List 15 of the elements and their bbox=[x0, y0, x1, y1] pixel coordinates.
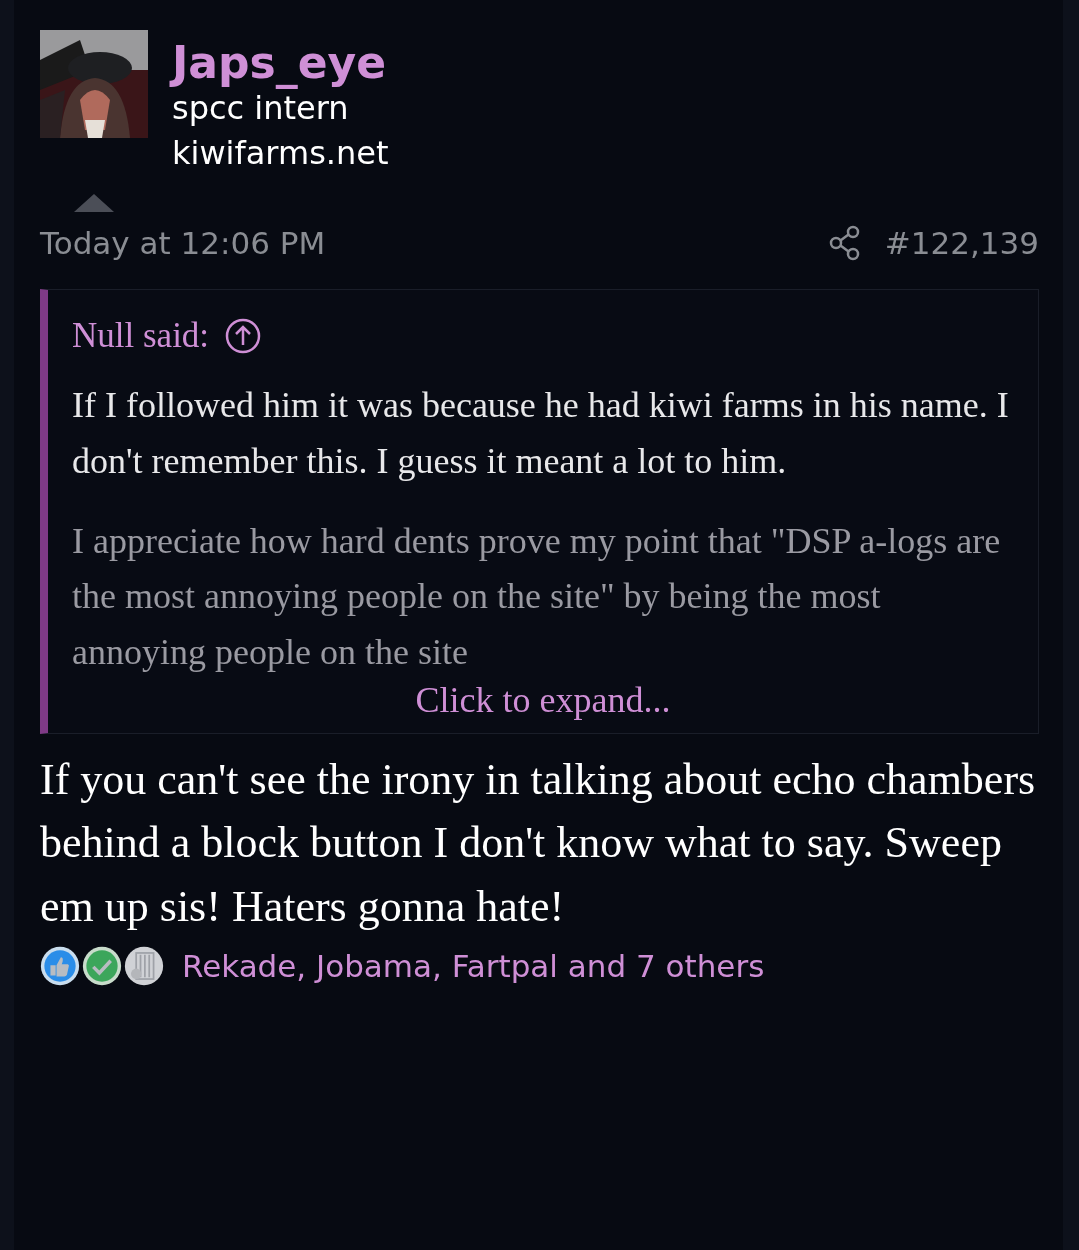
share-icon[interactable] bbox=[828, 225, 861, 262]
post-date[interactable]: Today at 12:06 PM bbox=[40, 220, 326, 267]
quote-text: If I followed him it was because he had kiwi farms in his name. I don't remember this. I guess it meant a lot to him. bbox=[72, 384, 1010, 483]
quote-attribution[interactable]: Null said: bbox=[72, 309, 210, 362]
quote-text: I appreciate how hard dents prove my point that "DSP a-logs are the most annoying people on the site" by being the most annoying people on the site bbox=[72, 519, 1002, 675]
site-label: kiwifarms.net bbox=[172, 133, 389, 174]
reaction-summary[interactable]: Rekade, Jobama, Fartpal and 7 others bbox=[182, 942, 765, 990]
jump-up-icon[interactable] bbox=[225, 317, 262, 354]
post-body: If you can't see the irony in talking about echo chambers behind a block button I don't know what to say. Sweep em up sis! Haters gonna hate! bbox=[40, 753, 1037, 934]
post-number[interactable]: #122,139 bbox=[884, 220, 1039, 267]
checkmark-icon[interactable] bbox=[82, 946, 122, 987]
thumbs-up-icon[interactable] bbox=[40, 946, 80, 987]
bars-icon[interactable] bbox=[124, 946, 164, 987]
user-title: spcc intern bbox=[172, 89, 350, 130]
expand-link[interactable]: Click to expand... bbox=[415, 680, 671, 720]
